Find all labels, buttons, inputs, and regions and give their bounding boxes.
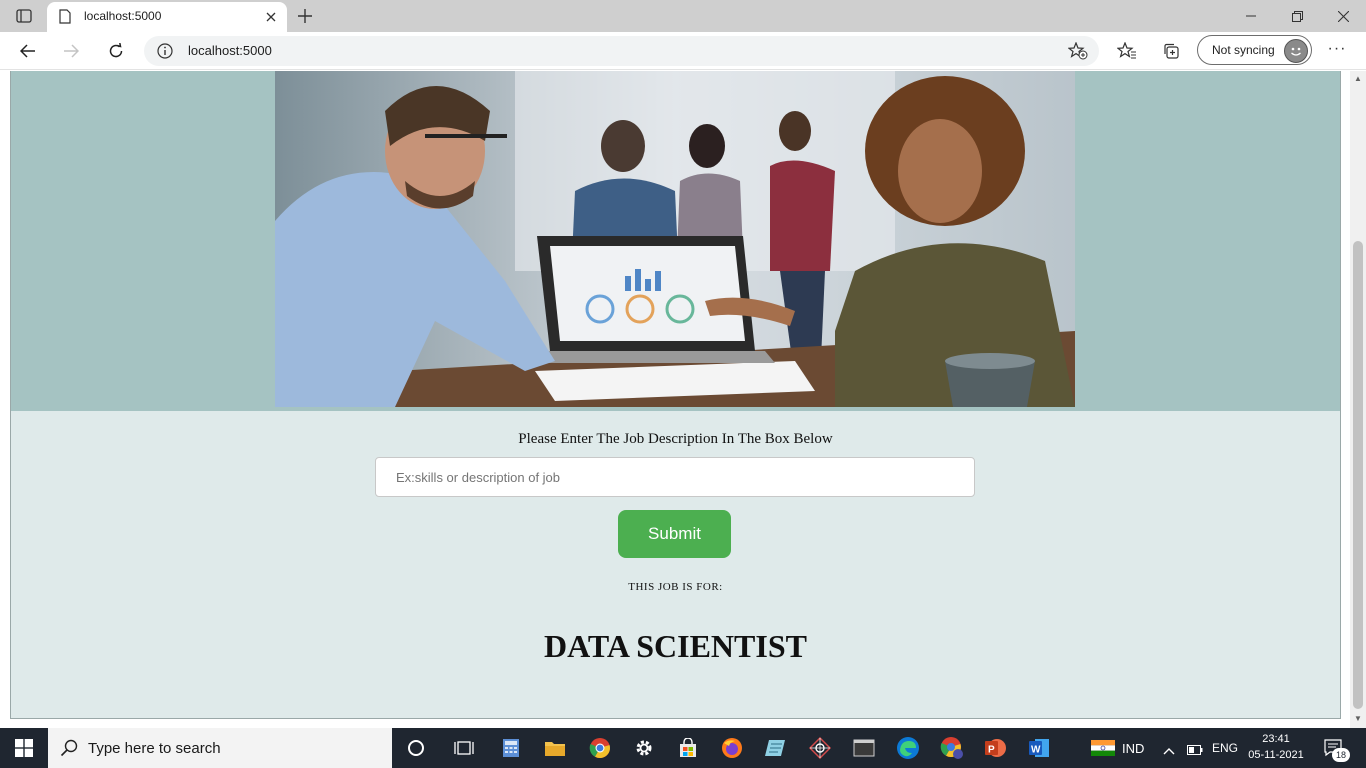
scroll-up-icon[interactable]: ▲ (1354, 74, 1362, 83)
page-viewport: Please Enter The Job Description In The … (0, 71, 1366, 728)
forward-arrow-icon[interactable] (57, 37, 85, 65)
job-description-prompt: Please Enter The Job Description In The … (518, 431, 833, 447)
search-placeholder: Type here to search (88, 740, 221, 757)
address-bar[interactable]: localhost:5000 (144, 36, 1099, 66)
scroll-down-icon[interactable]: ▼ (1354, 714, 1362, 723)
word-icon[interactable]: W (1027, 736, 1051, 760)
address-text: localhost:5000 (188, 43, 272, 58)
calculator-icon[interactable] (499, 736, 523, 760)
windows-taskbar: Type here to search P W IND ENG 23:41 05… (0, 728, 1366, 768)
clock-time: 23:41 (1262, 733, 1290, 745)
tab-actions-icon[interactable] (8, 4, 40, 28)
edge-icon[interactable] (895, 736, 921, 760)
network-app-icon[interactable] (808, 736, 832, 760)
page-content: Please Enter The Job Description In The … (10, 71, 1341, 719)
cortana-icon[interactable] (404, 736, 428, 760)
settings-more-icon[interactable]: ··· (1325, 40, 1349, 62)
tab-title: localhost:5000 (84, 9, 162, 23)
taskbar-search-box[interactable]: Type here to search (48, 728, 392, 768)
refresh-icon[interactable] (102, 37, 130, 65)
predicted-job-title: DATA SCIENTIST (544, 628, 807, 664)
add-favorite-icon[interactable] (1067, 41, 1088, 65)
hero-banner (11, 71, 1340, 411)
chevron-up-icon[interactable] (1163, 742, 1175, 760)
browser-tab[interactable]: localhost:5000 (47, 2, 287, 32)
taskbar-clock[interactable]: 23:41 05-11-2021 (1240, 731, 1312, 763)
terminal-icon[interactable] (852, 736, 876, 760)
firefox-icon[interactable] (720, 736, 744, 760)
india-flag-icon (1091, 740, 1115, 761)
minimize-icon[interactable] (1228, 0, 1274, 32)
language-indicator[interactable]: ENG (1212, 741, 1238, 755)
job-description-input[interactable] (375, 457, 975, 497)
svg-text:W: W (1031, 745, 1041, 756)
scrollbar-thumb[interactable] (1353, 241, 1363, 709)
close-window-icon[interactable] (1320, 0, 1366, 32)
region-indicator[interactable]: IND (1122, 741, 1144, 756)
clock-date: 05-11-2021 (1248, 749, 1304, 761)
sync-status-text: Not syncing (1212, 43, 1275, 57)
profile-avatar-icon (1284, 39, 1308, 63)
site-info-icon[interactable] (157, 43, 173, 64)
browser-title-bar: localhost:5000 (0, 0, 1366, 32)
new-tab-icon[interactable] (292, 4, 318, 28)
windows-start-icon[interactable] (0, 728, 48, 768)
favorites-icon[interactable] (1116, 40, 1138, 62)
notes-app-icon[interactable] (763, 736, 787, 760)
battery-icon[interactable] (1187, 742, 1203, 760)
back-arrow-icon[interactable] (14, 37, 42, 65)
svg-text:P: P (988, 745, 995, 756)
powerpoint-icon[interactable]: P (983, 736, 1007, 760)
store-icon[interactable] (676, 736, 700, 760)
task-view-icon[interactable] (452, 736, 476, 760)
chrome-profile-icon[interactable] (940, 736, 964, 760)
restore-icon[interactable] (1274, 0, 1320, 32)
file-explorer-icon[interactable] (543, 736, 567, 760)
result-label: THIS JOB IS FOR: (628, 581, 723, 593)
office-meeting-image (275, 71, 1075, 407)
submit-button[interactable]: Submit (618, 510, 731, 558)
search-icon (60, 739, 78, 762)
collections-icon[interactable] (1160, 40, 1182, 62)
browser-toolbar: localhost:5000 Not syncing ··· (0, 32, 1366, 70)
notification-count-badge: 18 (1332, 748, 1350, 762)
page-icon (59, 9, 71, 29)
vertical-scrollbar[interactable]: ▲ ▼ (1350, 71, 1366, 728)
settings-gear-icon[interactable] (632, 736, 656, 760)
profile-sync-button[interactable]: Not syncing (1197, 35, 1312, 65)
close-tab-icon[interactable] (262, 8, 280, 26)
chrome-icon[interactable] (588, 736, 612, 760)
